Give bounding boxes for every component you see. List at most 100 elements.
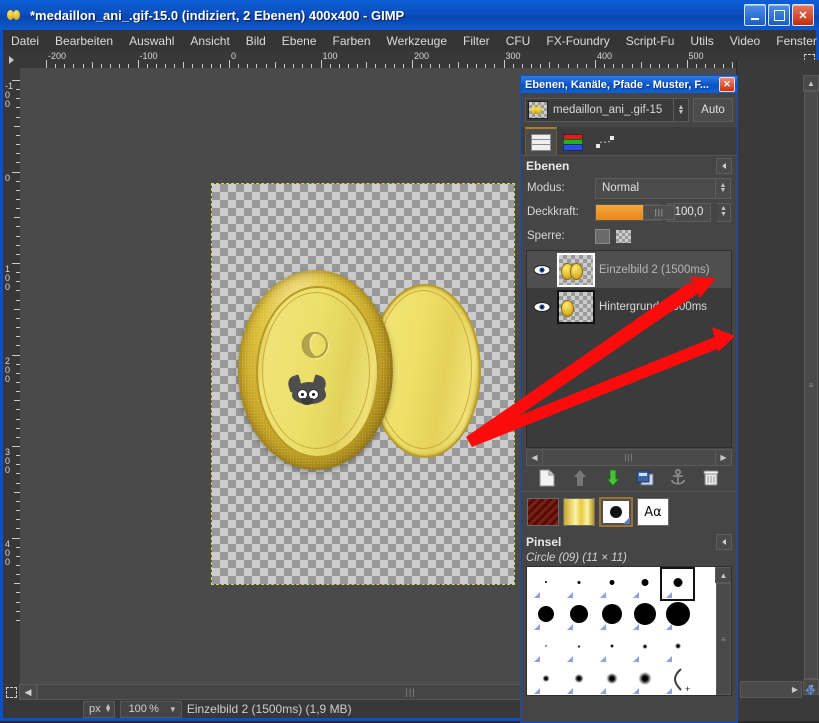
unit-selector[interactable]: px ▲ ▼ <box>83 700 115 718</box>
raise-layer-icon[interactable] <box>570 468 590 488</box>
brush-cell[interactable] <box>595 600 628 632</box>
brush-cell[interactable] <box>529 568 562 600</box>
dock-scroll-right-icon[interactable]: ▶ <box>792 685 801 694</box>
tab-paths[interactable] <box>589 128 621 155</box>
brush-cell[interactable]: + <box>661 664 694 695</box>
brush-cell[interactable] <box>529 664 562 695</box>
maximize-button[interactable] <box>768 4 790 26</box>
tab-layers[interactable] <box>525 127 557 155</box>
brush-cell[interactable] <box>529 632 562 664</box>
delete-layer-icon[interactable] <box>701 468 721 488</box>
menu-cfu[interactable]: CFU <box>498 32 539 50</box>
anchor-layer-icon[interactable] <box>668 468 688 488</box>
layer-thumbnail[interactable] <box>557 252 595 287</box>
minimize-button[interactable] <box>744 4 766 26</box>
brush-cell[interactable] <box>628 664 661 695</box>
menu-bild[interactable]: Bild <box>238 32 274 50</box>
dock-scroll-thumb[interactable]: ≡ <box>804 91 818 679</box>
menu-fx-foundry[interactable]: FX-Foundry <box>538 32 617 50</box>
font-swatch[interactable]: Aα <box>637 498 669 526</box>
brush-cell[interactable] <box>660 567 695 601</box>
menu-ebene[interactable]: Ebene <box>274 32 325 50</box>
menu-werkzeuge[interactable]: Werkzeuge <box>379 32 455 50</box>
brush-animated-badge-icon <box>600 624 606 630</box>
brush-scroll-up-icon[interactable]: ▲ <box>715 567 731 583</box>
brush-cell[interactable] <box>562 600 595 632</box>
brush-cell[interactable] <box>661 600 694 632</box>
menu-script-fu[interactable]: Script-Fu <box>618 32 683 50</box>
menu-bearbeiten[interactable]: Bearbeiten <box>47 32 121 50</box>
brush-cell[interactable] <box>595 664 628 695</box>
brush-cell[interactable] <box>595 632 628 664</box>
layer-visibility-icon[interactable] <box>531 262 553 278</box>
brush-cell[interactable] <box>562 632 595 664</box>
mode-spinner-icon[interactable]: ▲ ▼ <box>715 178 730 198</box>
lower-layer-icon[interactable] <box>603 468 623 488</box>
scroll-left-button[interactable]: ◀ <box>19 684 37 700</box>
window-titlebar: *medaillon_ani_.gif-15.0 (indiziert, 2 E… <box>0 0 819 30</box>
gradient-swatch[interactable] <box>563 498 595 526</box>
tab-channels[interactable] <box>557 128 589 155</box>
lock-row: Sperre: <box>521 224 737 248</box>
dock-move-handle-icon[interactable]: ✥ <box>803 683 818 698</box>
menu-utils[interactable]: Utils <box>682 32 721 50</box>
opacity-slider[interactable]: ||| <box>595 203 676 221</box>
layer-name[interactable]: Hintergrund (1000ms <box>599 301 707 313</box>
lock-label: Sperre: <box>527 230 565 242</box>
image-selector-spinner-icon[interactable]: ▲ ▼ <box>673 99 688 121</box>
layer-list-hscrollbar[interactable]: ◀ ||| ▶ <box>526 449 732 466</box>
menu-datei[interactable]: Datei <box>3 32 47 50</box>
zoom-selector[interactable]: 100 % ▼ <box>119 700 182 718</box>
brush-animated-badge-icon <box>666 688 672 694</box>
brush-grid-scrollbar[interactable]: ▲ ≡ <box>715 567 731 695</box>
pattern-swatch[interactable] <box>527 498 559 526</box>
layerlist-scroll-thumb[interactable]: ||| <box>543 449 715 466</box>
layerlist-scroll-left-icon[interactable]: ◀ <box>526 449 543 466</box>
menu-filter[interactable]: Filter <box>455 32 498 50</box>
brush-cell[interactable] <box>562 664 595 695</box>
horizontal-ruler[interactable]: -200 -100 0 100 200 300 400 500 <box>20 51 802 68</box>
brush-cell[interactable] <box>529 600 562 632</box>
dock-bottom-hscroll[interactable]: ▶ <box>740 681 802 698</box>
brush-cell[interactable] <box>595 568 628 600</box>
menu-ansicht[interactable]: Ansicht <box>182 32 237 50</box>
layerlist-scroll-right-icon[interactable]: ▶ <box>715 449 732 466</box>
close-button[interactable]: ✕ <box>792 4 814 26</box>
brush-cell[interactable] <box>628 568 661 600</box>
brush-grid-container[interactable]: + ▲ ≡ <box>526 566 732 696</box>
lock-alpha-icon[interactable] <box>616 229 631 243</box>
dock-scroll-up-button[interactable]: ▲ <box>803 75 819 91</box>
new-layer-icon[interactable] <box>537 468 557 488</box>
brush-swatch[interactable] <box>599 497 633 527</box>
mode-select[interactable]: Normal ▲ ▼ <box>595 177 731 199</box>
menu-fenster[interactable]: Fenster <box>768 32 819 50</box>
brush-cell[interactable] <box>628 600 661 632</box>
ruler-menu-button[interactable] <box>3 51 20 68</box>
brush-cell[interactable] <box>628 632 661 664</box>
table-row[interactable]: Einzelbild 2 (1500ms) <box>527 251 731 288</box>
menu-farben[interactable]: Farben <box>325 32 379 50</box>
dock-outer-scrollbar[interactable]: ▲ ≡ ▼ <box>803 75 819 695</box>
table-row[interactable]: Hintergrund (1000ms <box>527 288 731 325</box>
brush-grid[interactable]: + <box>527 567 716 695</box>
menu-auswahl[interactable]: Auswahl <box>121 32 182 50</box>
brush-menu-button[interactable] <box>716 534 732 550</box>
layer-list[interactable]: Einzelbild 2 (1500ms) Hintergrund (1000m… <box>526 250 732 448</box>
vertical-ruler[interactable]: -100 0 100 200 300 400 <box>3 68 20 684</box>
image-selector[interactable]: medaillon_ani_.gif-15 ▲ ▼ <box>525 98 689 122</box>
duplicate-layer-icon[interactable] <box>635 468 655 488</box>
layer-name[interactable]: Einzelbild 2 (1500ms) <box>599 264 710 276</box>
brush-cell[interactable] <box>661 632 694 664</box>
brush-scroll-thumb[interactable]: ≡ <box>716 583 731 695</box>
layers-menu-button[interactable] <box>716 158 732 174</box>
dock-close-button[interactable]: ✕ <box>719 77 735 92</box>
brush-cell[interactable] <box>562 568 595 600</box>
image-name: medaillon_ani_.gif-15 <box>553 104 663 116</box>
opacity-spinner-icon[interactable]: ▲ ▼ <box>717 202 731 222</box>
layer-thumbnail[interactable] <box>557 289 595 324</box>
layer-visibility-icon[interactable] <box>531 299 553 315</box>
auto-follow-button[interactable]: Auto <box>693 98 733 122</box>
quickmask-corner-icon[interactable] <box>3 684 19 700</box>
menu-video[interactable]: Video <box>722 32 768 50</box>
lock-pixels-checkbox[interactable] <box>595 228 610 244</box>
